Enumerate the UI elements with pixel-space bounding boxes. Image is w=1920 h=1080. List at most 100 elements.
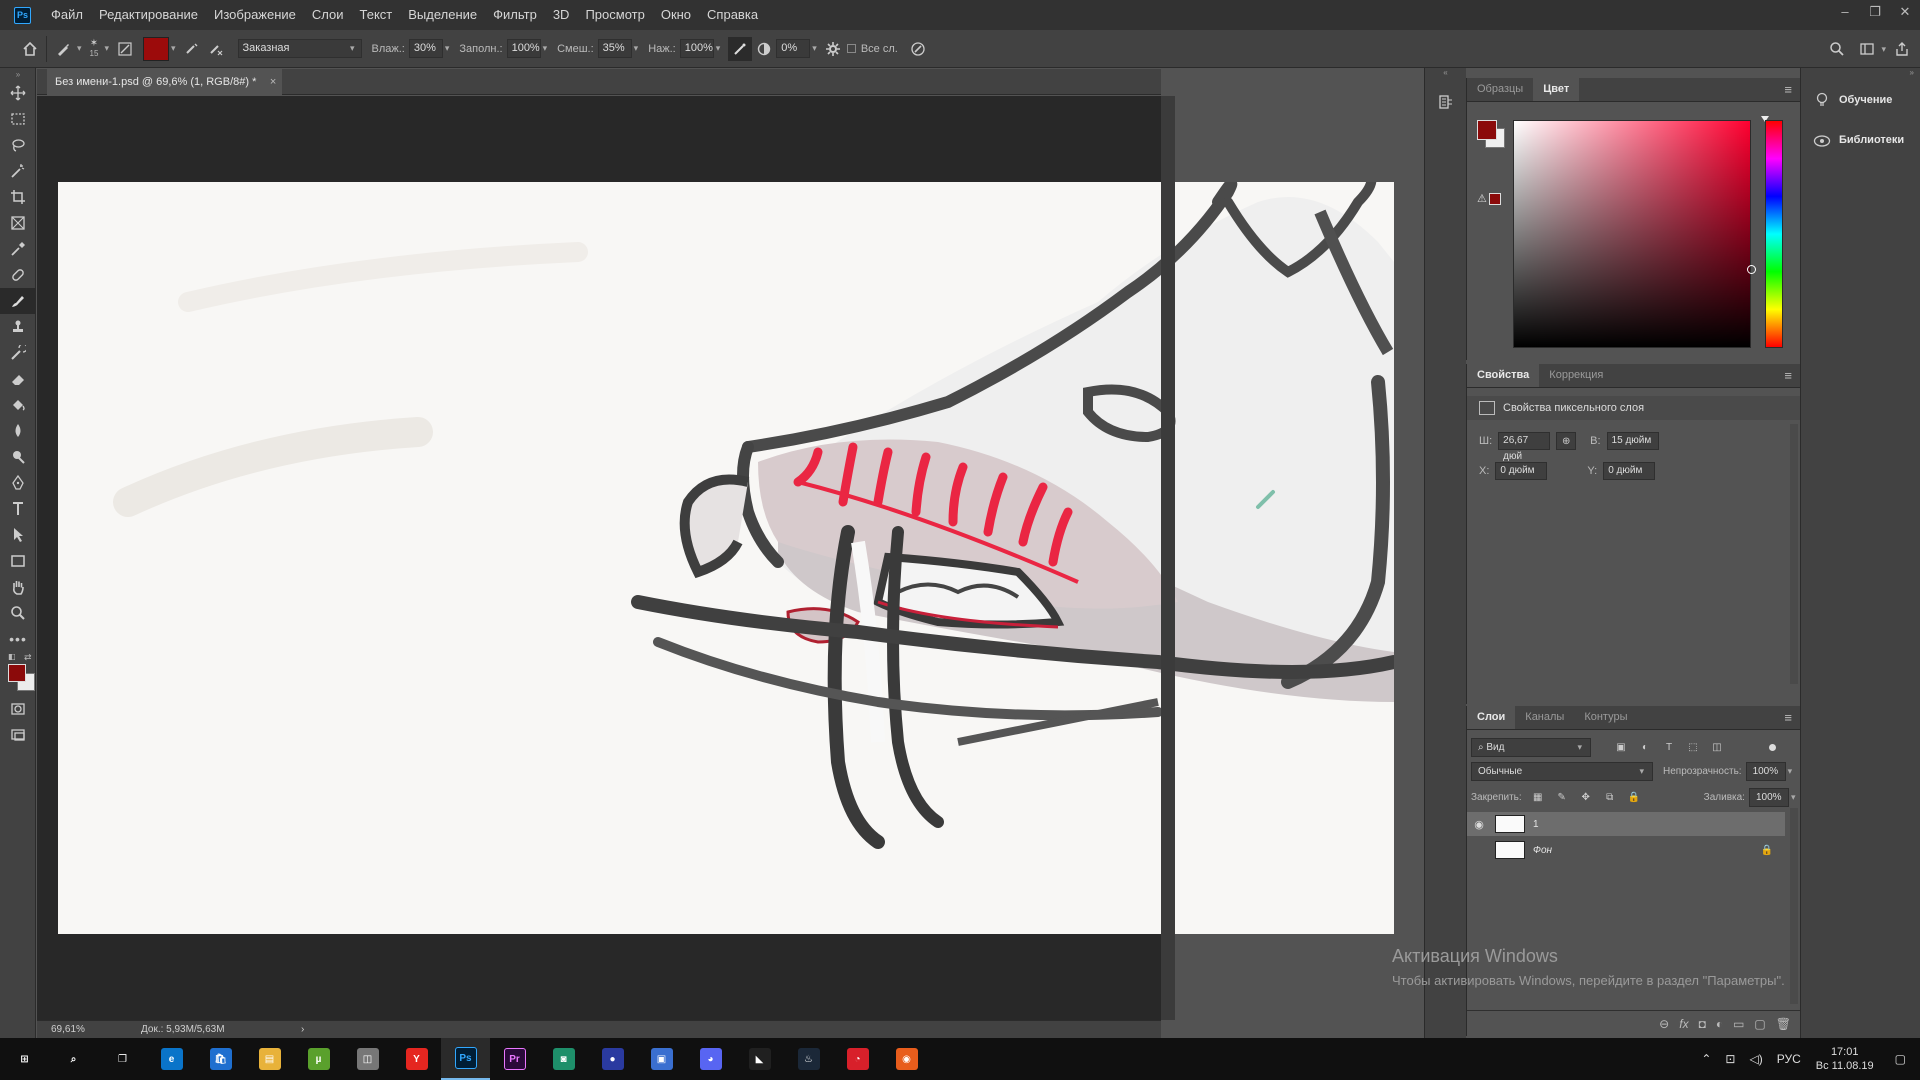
blur-tool-icon[interactable] xyxy=(0,418,36,444)
taskbar-explorer-button[interactable]: ▤ xyxy=(245,1038,294,1080)
vertical-scrollbar[interactable] xyxy=(1161,96,1175,1020)
dodge-tool-icon[interactable] xyxy=(0,444,36,470)
taskbar-discord-button[interactable]: ◕ xyxy=(686,1038,735,1080)
taskbar-task-view-button[interactable]: ❐ xyxy=(98,1038,147,1080)
document-tab[interactable]: Без имени-1.psd @ 69,6% (1, RGB/8#) * × xyxy=(47,69,283,95)
menu-image[interactable]: Изображение xyxy=(206,0,304,30)
healing-brush-tool-icon[interactable] xyxy=(0,262,36,288)
height-field[interactable]: 15 дюйм xyxy=(1606,432,1659,450)
eyedropper-tool-icon[interactable] xyxy=(0,236,36,262)
smoothing-angle-icon[interactable] xyxy=(752,37,776,61)
volume-icon[interactable]: ◁) xyxy=(1749,1052,1762,1066)
sample-all-checkbox[interactable] xyxy=(846,44,856,53)
angle-field[interactable]: 0% xyxy=(776,39,811,58)
tab-channels[interactable]: Каналы xyxy=(1515,705,1574,729)
home-icon[interactable] xyxy=(18,37,42,61)
mix-preset-select[interactable]: Заказная ▾ xyxy=(237,39,362,58)
load-brush-icon[interactable] xyxy=(180,37,204,61)
link-layers-icon[interactable]: ⊖ xyxy=(1659,1017,1669,1031)
menu-filter[interactable]: Фильтр xyxy=(485,0,545,30)
tray-chevron-icon[interactable]: ⌃ xyxy=(1701,1052,1711,1066)
add-mask-icon[interactable]: ◘ xyxy=(1699,1017,1706,1031)
layer-row[interactable]: ◉ 1 xyxy=(1467,812,1785,836)
panel-menu-icon[interactable]: ≡ xyxy=(1784,368,1792,383)
taskbar-app-orb-button[interactable]: ● xyxy=(588,1038,637,1080)
more-tools-icon[interactable]: ••• xyxy=(0,626,36,652)
pressure-size-icon[interactable] xyxy=(906,37,930,61)
current-brush-load-swatch[interactable] xyxy=(142,36,169,61)
eraser-tool-icon[interactable] xyxy=(0,366,36,392)
web-safe-color-icon[interactable] xyxy=(1489,193,1501,205)
hue-slider[interactable] xyxy=(1765,120,1783,348)
minimize-button[interactable]: – xyxy=(1830,0,1860,24)
frame-tool-icon[interactable] xyxy=(0,210,36,236)
delete-layer-icon[interactable]: 🗑 xyxy=(1776,1017,1791,1031)
lock-artboard-icon[interactable]: ⧉ xyxy=(1602,791,1618,805)
menu-3d[interactable]: 3D xyxy=(545,0,578,30)
learn-item[interactable]: Обучение xyxy=(1801,80,1920,120)
collapse-toolbar-icon[interactable]: » xyxy=(0,68,36,80)
menu-layers[interactable]: Слои xyxy=(304,0,352,30)
quick-mask-icon[interactable] xyxy=(0,696,36,722)
filter-toggle-icon[interactable] xyxy=(1769,744,1776,751)
brush-settings-icon[interactable] xyxy=(113,37,137,61)
taskbar-start-button[interactable]: ⊞ xyxy=(0,1038,49,1080)
clone-stamp-tool-icon[interactable] xyxy=(0,314,36,340)
blend-mode-select[interactable]: Обычные ▾ xyxy=(1471,762,1653,781)
taskbar-app-green-button[interactable]: ◙ xyxy=(539,1038,588,1080)
lasso-tool-icon[interactable] xyxy=(0,132,36,158)
menu-type[interactable]: Текст xyxy=(352,0,401,30)
tab-paths[interactable]: Контуры xyxy=(1574,705,1637,729)
taskbar-app-orange-button[interactable]: ◉ xyxy=(882,1038,931,1080)
eye-hidden-icon[interactable]: ◉ xyxy=(1467,838,1491,862)
zoom-level[interactable]: 69,61% xyxy=(51,1024,141,1035)
taskbar-app-red-button[interactable]: ◔ xyxy=(833,1038,882,1080)
close-document-icon[interactable]: × xyxy=(270,69,276,95)
menu-help[interactable]: Справка xyxy=(699,0,766,30)
mix-field[interactable]: 35% xyxy=(597,39,632,58)
filter-adjustment-icon[interactable]: ◐ xyxy=(1637,741,1653,755)
flow-field[interactable]: 100% xyxy=(679,39,714,58)
collapse-right-panel-icon[interactable]: » xyxy=(1801,68,1920,80)
brush-preset-icon[interactable]: ✶ xyxy=(90,38,98,49)
history-brush-tool-icon[interactable] xyxy=(0,340,36,366)
wet-field[interactable]: 30% xyxy=(408,39,443,58)
swap-colors-icon[interactable]: ⇄ xyxy=(24,652,32,663)
properties-scrollbar[interactable] xyxy=(1790,424,1798,684)
search-icon[interactable] xyxy=(1825,37,1849,61)
panel-menu-icon[interactable]: ≡ xyxy=(1784,710,1792,725)
taskbar-yandex-button[interactable]: Y xyxy=(392,1038,441,1080)
layer-name[interactable]: 1 xyxy=(1533,819,1785,830)
status-menu-arrow-icon[interactable]: › xyxy=(301,1024,304,1035)
new-group-icon[interactable]: ▭ xyxy=(1733,1017,1744,1031)
gamut-warning-icon[interactable]: ⚠ xyxy=(1477,192,1487,205)
gear-icon[interactable] xyxy=(821,37,845,61)
move-tool-icon[interactable] xyxy=(0,80,36,106)
mixer-brush-icon[interactable] xyxy=(51,37,75,61)
filter-smart-object-icon[interactable]: ◫ xyxy=(1709,741,1725,755)
tab-color[interactable]: Цвет xyxy=(1533,77,1580,101)
type-tool-icon[interactable] xyxy=(0,496,36,522)
layer-style-fx-icon[interactable]: fx xyxy=(1679,1017,1688,1031)
maximize-button[interactable]: ❐ xyxy=(1860,0,1890,24)
taskbar-app-dark-button[interactable]: ◣ xyxy=(735,1038,784,1080)
history-panel-icon[interactable] xyxy=(1434,90,1458,114)
layer-filter-select[interactable]: ⌕ Вид ▾ xyxy=(1471,738,1591,757)
taskbar-photoshop-button[interactable]: Ps xyxy=(441,1038,490,1080)
airbrush-icon[interactable] xyxy=(728,36,753,61)
adjustment-layer-icon[interactable]: ◐ xyxy=(1716,1017,1723,1031)
taskbar-store-button[interactable]: 🛍 xyxy=(196,1038,245,1080)
lock-all-icon[interactable]: 🔒 xyxy=(1626,791,1642,805)
rectangle-tool-icon[interactable] xyxy=(0,548,36,574)
filter-shape-icon[interactable]: ⬚ xyxy=(1685,741,1701,755)
menu-select[interactable]: Выделение xyxy=(400,0,485,30)
menu-edit[interactable]: Редактирование xyxy=(91,0,206,30)
opacity-field[interactable]: 100% xyxy=(1745,762,1786,781)
pen-tool-icon[interactable] xyxy=(0,470,36,496)
filter-pixel-icon[interactable]: ▣ xyxy=(1613,741,1629,755)
collapse-strip-icon[interactable]: « xyxy=(1425,68,1466,80)
mixer-brush-tool-icon[interactable] xyxy=(0,288,36,314)
layer-row[interactable]: ◉ Фон 🔒 xyxy=(1467,838,1785,862)
panel-foreground-swatch[interactable] xyxy=(1477,120,1497,140)
layers-scrollbar[interactable] xyxy=(1790,808,1798,1004)
